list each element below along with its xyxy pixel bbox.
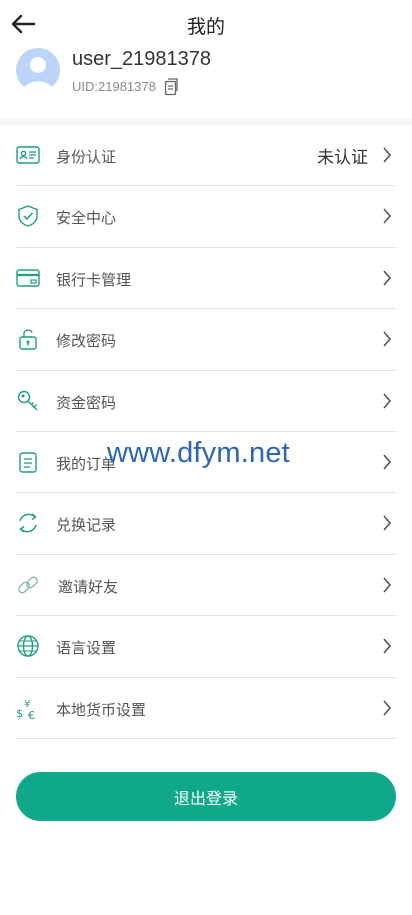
menu-item-label: 银行卡管理 <box>56 270 132 289</box>
menu-item-label: 身份认证 <box>56 148 117 166</box>
username: user_21981378 <box>72 48 212 70</box>
menu-item-security[interactable]: 安全中心 <box>16 186 396 248</box>
menu-item-fund-password[interactable]: 资金密码 <box>16 371 396 432</box>
order-icon <box>19 452 37 473</box>
menu-item-label: 安全中心 <box>56 209 117 228</box>
user-id: UID:21981378 <box>72 79 156 94</box>
exchange-icon <box>19 513 37 533</box>
page-title: 我的 <box>186 16 225 38</box>
menu-item-change-password[interactable]: 修改密码 <box>16 309 396 371</box>
menu-item-label: 语言设置 <box>56 639 117 658</box>
watermark: www.dfym.net <box>107 437 290 469</box>
chevron-right-icon <box>383 577 392 593</box>
chevron-right-icon <box>383 208 392 224</box>
svg-text:$: $ <box>16 707 23 720</box>
bank-card-icon <box>16 269 40 287</box>
id-card-icon <box>16 146 40 164</box>
chevron-right-icon <box>383 147 392 163</box>
svg-text:€: € <box>28 709 35 720</box>
chevron-right-icon <box>383 393 392 409</box>
menu-item-label: 本地货币设置 <box>56 700 147 719</box>
avatar[interactable] <box>16 48 60 92</box>
menu-item-label: 兑换记录 <box>56 516 117 535</box>
globe-icon <box>17 635 39 657</box>
menu-item-invite-friends[interactable]: 邀请好友 <box>16 555 396 617</box>
profile-card: user_21981378 UID:21981378 <box>0 44 412 116</box>
shield-icon <box>18 205 38 228</box>
menu-item-label: 修改密码 <box>56 332 117 351</box>
lock-icon <box>19 329 37 350</box>
logout-button[interactable]: 退出登录 <box>16 772 396 821</box>
chevron-right-icon <box>383 331 392 347</box>
menu-item-exchange-records[interactable]: 兑换记录 <box>16 493 396 555</box>
verification-status: 未认证 <box>317 148 368 168</box>
chevron-right-icon <box>383 515 392 531</box>
copy-icon[interactable] <box>163 78 179 96</box>
avatar-person-icon <box>22 57 54 92</box>
chevron-right-icon <box>383 699 392 716</box>
menu-item-language[interactable]: 语言设置 <box>16 616 396 678</box>
chevron-right-icon <box>383 270 392 286</box>
link-icon <box>18 576 38 594</box>
menu-item-label: 邀请好友 <box>58 577 119 596</box>
chevron-right-icon <box>383 638 392 654</box>
menu-item-label: 资金密码 <box>56 393 117 412</box>
settings-menu: 身份认证 未认证 安全中心 银行卡管理 修改密码 资金密码 我的订单 兑换记录 … <box>16 125 396 739</box>
menu-item-identity[interactable]: 身份认证 未认证 <box>16 125 396 187</box>
menu-item-local-currency[interactable]: $ ¥ € 本地货币设置 <box>16 678 396 739</box>
currency-icon: $ ¥ € <box>16 699 35 720</box>
chevron-right-icon <box>383 454 392 470</box>
top-bar: 我的 <box>0 0 412 46</box>
menu-item-bank-card[interactable]: 银行卡管理 <box>16 248 396 310</box>
key-icon <box>17 390 38 411</box>
